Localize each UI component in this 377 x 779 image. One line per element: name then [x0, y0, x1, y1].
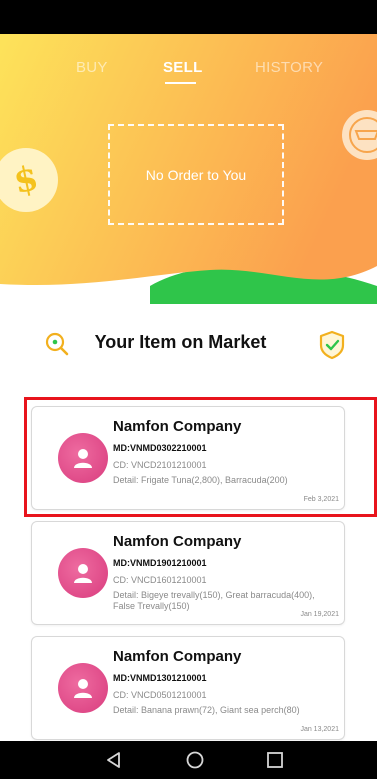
active-tab-indicator [165, 82, 196, 84]
cd-code: CD: VNCD0501210001 [113, 690, 207, 700]
avatar [58, 548, 108, 598]
recents-icon[interactable] [266, 751, 284, 774]
status-bar [0, 0, 377, 34]
shield-check-icon [318, 330, 346, 365]
market-item-card[interactable]: Namfon Company MD:VNMD1901210001 CD: VNC… [31, 521, 345, 625]
tab-history[interactable]: HISTORY [255, 59, 323, 76]
tab-sell[interactable]: SELL [163, 59, 203, 76]
item-date: Jan 19,2021 [300, 611, 339, 618]
home-icon[interactable] [186, 751, 204, 774]
company-name: Namfon Company [113, 533, 242, 550]
svg-text:$: $ [10, 160, 41, 200]
item-date: Jan 13,2021 [300, 726, 339, 733]
back-icon[interactable] [105, 751, 123, 774]
market-item-card[interactable]: Namfon Company MD:VNMD1301210001 CD: VNC… [31, 636, 345, 740]
item-detail: Detail: Bigeye trevally(150), Great barr… [113, 590, 315, 611]
md-code: MD:VNMD1301210001 [113, 673, 207, 683]
avatar [58, 663, 108, 713]
company-name: Namfon Company [113, 648, 242, 665]
system-nav-bar [0, 741, 377, 779]
cd-code: CD: VNCD1601210001 [113, 575, 207, 585]
no-order-placeholder: No Order to You [108, 124, 284, 225]
tab-bar: BUY SELL HISTORY [0, 59, 377, 89]
tab-buy[interactable]: BUY [76, 59, 108, 76]
market-header: Your Item on Market [0, 322, 377, 366]
highlight-box [24, 397, 377, 517]
md-code: MD:VNMD1901210001 [113, 558, 207, 568]
user-icon [74, 564, 92, 583]
item-detail: Detail: Banana prawn(72), Giant sea perc… [113, 705, 300, 715]
no-order-text: No Order to You [145, 166, 247, 183]
user-icon [74, 679, 92, 698]
baht-coin-icon [342, 110, 377, 160]
